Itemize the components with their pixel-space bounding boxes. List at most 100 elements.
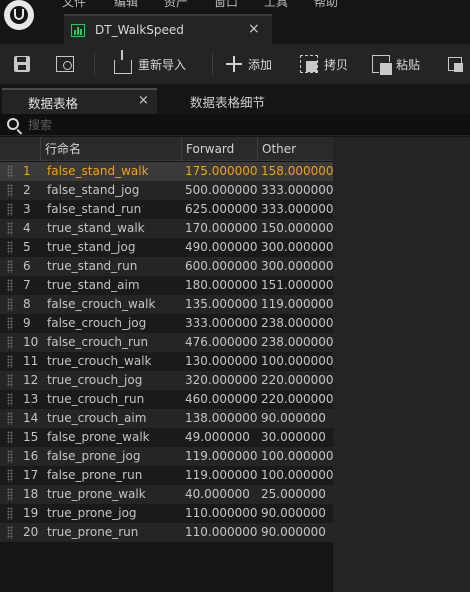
menu-file[interactable]: 文件 [62,0,86,10]
drag-handle-icon[interactable] [7,165,13,178]
menu-help[interactable]: 帮助 [314,0,338,10]
paste-icon [372,55,393,76]
reimport-button[interactable]: 重新导入 [114,44,186,84]
table-row[interactable]: 14 true_crouch_aim 138.000000 90.000000 [0,409,333,428]
drag-handle-icon[interactable] [7,431,13,444]
table-row[interactable]: 1 false_stand_walk 175.000000 158.000000 [0,162,334,181]
forward-cell: 40.000000 [185,487,250,501]
table-row[interactable]: 4 true_stand_walk 170.000000 150.000000 [0,219,334,238]
row-name-cell: false_stand_jog [47,183,140,197]
forward-cell: 180.000000 [185,278,258,292]
drag-handle-icon[interactable] [7,298,13,311]
plus-icon [226,56,242,72]
row-index: 1 [23,164,31,178]
column-header-other[interactable]: Other [257,137,333,161]
row-index: 3 [23,202,31,216]
other-cell: 300.000000 [261,240,334,254]
table-row[interactable]: 7 true_stand_aim 180.000000 151.000000 [0,276,334,295]
drag-handle-icon[interactable] [7,450,13,463]
drag-handle-icon[interactable] [7,241,13,254]
table-row[interactable]: 19 true_prone_jog 110.000000 90.000000 [0,504,333,523]
browse-button[interactable] [56,44,74,84]
row-index: 8 [23,297,31,311]
table-row[interactable]: 2 false_stand_jog 500.000000 333.000000 [0,181,334,200]
row-name-cell: false_prone_walk [47,430,150,444]
table-row[interactable]: 6 true_stand_run 600.000000 300.000000 [0,257,334,276]
menu-edit[interactable]: 编辑 [114,0,138,10]
duplicate-button[interactable] [448,44,463,84]
row-index: 2 [23,183,31,197]
drag-handle-icon[interactable] [7,203,13,216]
other-cell: 25.000000 [261,487,326,501]
tab-row-editor[interactable]: 数据表格细节 [190,88,265,114]
row-index: 20 [23,525,39,539]
drag-handle-icon[interactable] [7,222,13,235]
table-row[interactable]: 13 true_crouch_run 460.000000 220.000000 [0,390,334,409]
menu-tools[interactable]: 工具 [264,0,288,10]
forward-cell: 119.000000 [185,449,258,463]
add-button[interactable]: 添加 [226,44,272,84]
table-row[interactable]: 20 true_prone_run 110.000000 90.000000 [0,523,333,542]
column-header-row-name[interactable]: 行命名 [40,137,181,161]
drag-handle-icon[interactable] [7,507,13,520]
drag-handle-icon[interactable] [7,355,13,368]
copy-button[interactable]: 拷贝 [300,44,348,84]
drag-handle-icon[interactable] [7,374,13,387]
row-name-cell: true_stand_jog [47,240,136,254]
table-row[interactable]: 12 true_crouch_jog 320.000000 220.000000 [0,371,334,390]
save-button[interactable] [14,44,30,84]
other-cell: 90.000000 [261,506,326,520]
drag-handle-icon[interactable] [7,279,13,292]
table-row[interactable]: 9 false_crouch_jog 333.000000 238.000000 [0,314,334,333]
search-input[interactable] [28,116,458,134]
forward-cell: 460.000000 [185,392,258,406]
drag-handle-icon[interactable] [7,184,13,197]
toolbar-separator [94,52,95,76]
table-row[interactable]: 18 true_prone_walk 40.000000 25.000000 [0,485,333,504]
table-row[interactable]: 8 false_crouch_walk 135.000000 119.000000 [0,295,334,314]
row-name-cell: true_stand_run [47,259,138,273]
row-index: 18 [23,487,39,501]
drag-handle-icon[interactable] [7,336,13,349]
table-rows: 1 false_stand_walk 175.000000 158.000000 2 fa… [0,162,334,542]
other-cell: 158.000000 [261,164,334,178]
drag-handle-icon[interactable] [7,393,13,406]
close-icon[interactable]: × [248,21,260,37]
table-row[interactable]: 15 false_prone_walk 49.000000 30.000000 [0,428,333,447]
tab-data-table[interactable]: 数据表格 × [2,88,157,114]
drag-handle-icon[interactable] [7,488,13,501]
paste-button[interactable]: 粘贴 [372,44,420,84]
table-row[interactable]: 10 false_crouch_run 476.000000 238.000000 [0,333,334,352]
tab-row-editor-label: 数据表格细节 [190,94,266,110]
drag-handle-icon[interactable] [7,526,13,539]
paste-label: 粘贴 [396,57,421,72]
row-name-cell: false_stand_run [47,202,142,216]
table-row[interactable]: 11 true_crouch_walk 130.000000 100.000000 [0,352,334,371]
document-tab-dt-walkspeed[interactable]: DT_WalkSpeed × [64,14,272,44]
other-cell: 238.000000 [261,335,334,349]
row-index: 5 [23,240,31,254]
other-cell: 300.000000 [261,259,334,273]
drag-handle-icon[interactable] [7,260,13,273]
table-row[interactable]: 5 true_stand_jog 490.000000 300.000000 [0,238,334,257]
table-row[interactable]: 16 false_prone_jog 119.000000 100.000000 [0,447,334,466]
menu-asset[interactable]: 资产 [164,0,188,10]
drag-handle-icon[interactable] [7,412,13,425]
column-header-forward[interactable]: Forward [181,137,257,161]
table-row[interactable]: 17 false_prone_run 119.000000 100.000000 [0,466,334,485]
drag-handle-icon[interactable] [7,469,13,482]
search-bar [0,114,470,136]
close-icon[interactable]: × [138,93,149,108]
panel-tab-bar: 数据表格 × 数据表格细节 [0,86,470,114]
row-index: 10 [23,335,39,349]
other-cell: 90.000000 [261,525,326,539]
drag-handle-icon[interactable] [7,317,13,330]
toolbar: 重新导入 添加 拷贝 粘贴 [0,44,470,84]
row-index: 17 [23,468,39,482]
table-area: 行命名 Forward Other 1 false_stand_walk 175.0… [0,137,470,592]
row-name-cell: true_prone_jog [47,506,137,520]
table-row[interactable]: 3 false_stand_run 625.000000 333.000000 [0,200,334,219]
other-cell: 100.000000 [261,354,334,368]
other-cell: 90.000000 [261,411,326,425]
menu-window[interactable]: 窗口 [214,0,238,10]
